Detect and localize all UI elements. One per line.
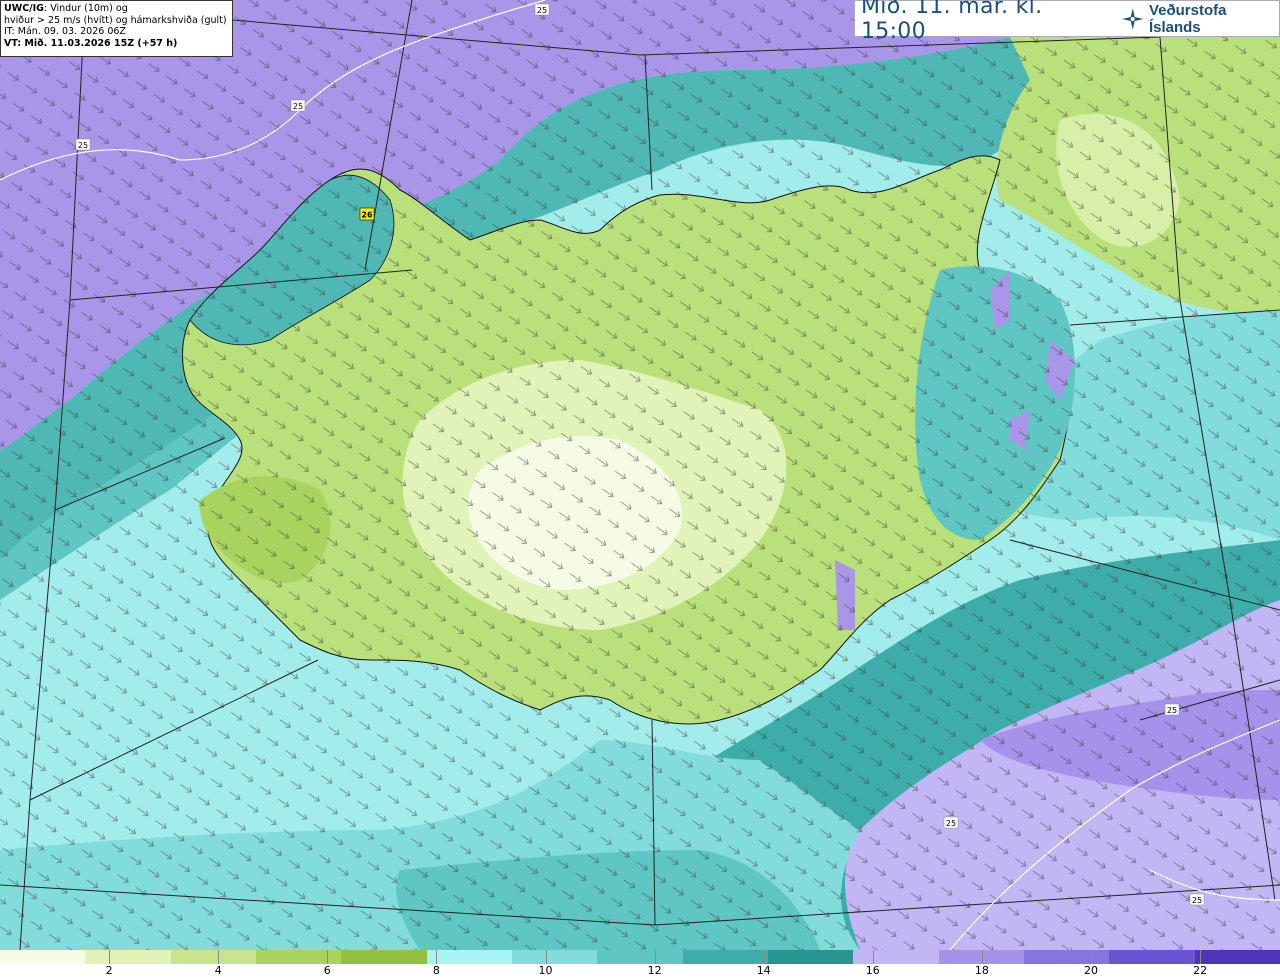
legend-tick-mark [327,950,329,964]
svg-text:25: 25 [537,6,547,15]
legend-tick-label: 20 [1084,964,1098,977]
legend-tick-label: 16 [865,964,880,977]
svg-text:25: 25 [78,141,88,150]
legend-tick-mark [545,950,547,964]
gust-label-2: 25 [290,99,306,112]
info-line-4: VT: Mið. 11.03.2026 15Z (+57 h) [4,37,178,49]
forecast-date: Mið. 11. mar. kl. 15:00 [861,0,1043,44]
legend-tick-mark [654,950,656,964]
legend-tick-label: 18 [974,964,989,977]
info-line-2: hviður > 25 m/s (hvítt) og hámarkshviða … [4,14,227,26]
legend-swatch [853,950,939,964]
legend-swatch [1194,950,1280,964]
legend-swatch [0,950,86,964]
svg-text:25: 25 [293,102,303,111]
legend-tick-mark [218,950,220,964]
info-line-1: UWC/IG: Vindur (10m) og [4,3,128,14]
star-compass-icon [1122,7,1144,30]
legend-tick-label: 4 [214,964,222,977]
legend-swatch [255,950,342,964]
info-line-3: IT: Mán. 09. 03. 2026 06Z [4,26,126,37]
legend-swatch [85,950,171,964]
logo-text: Veðurstofa Íslands [1148,1,1227,36]
legend-tick-mark [436,950,438,964]
legend-swatch [597,950,683,964]
legend-swatch [170,950,256,964]
legend-tick-label: 6 [323,964,331,977]
color-legend: 2 4 6 8 10 12 14 16 18 20 22 [0,950,1280,978]
legend-tick-label: 22 [1193,964,1208,977]
legend-tick-label: 8 [432,964,440,977]
info-box: UWC/IG: Vindur (10m) og hviður > 25 m/s … [0,0,233,57]
gust-label-6: 25 [1189,893,1205,906]
legend-color-bar [0,950,1280,964]
legend-ticks: 2 4 6 8 10 12 14 16 18 20 22 [0,950,1280,978]
svg-text:25: 25 [946,819,956,828]
legend-tick-mark [1200,950,1202,964]
legend-tick-mark [109,950,111,964]
svg-text:25: 25 [1192,896,1202,905]
gust-label-1: 25 [534,3,550,16]
gust-label-5: 25 [943,816,959,829]
gust-label-4: 25 [1164,703,1180,716]
legend-tick-mark [763,950,765,964]
date-header: Mið. 11. mar. kl. 15:00 Veðurstofa Íslan… [854,0,1280,44]
legend-swatch [341,950,427,964]
legend-tick-label: 12 [647,964,662,977]
legend-swatch [511,950,598,964]
legend-tick-mark [1091,950,1092,964]
gust-label-3: 25 [75,138,91,151]
legend-swatch [1023,950,1110,964]
legend-tick-label: 2 [105,964,113,977]
legend-tick-label: 10 [538,964,553,977]
wind-map: 25 25 25 25 25 25 26 [0,0,1280,950]
vedurstofa-logo: Veðurstofa Íslands [1122,2,1279,36]
legend-swatch [426,950,512,964]
wind-arrows-land [0,0,1280,950]
svg-text:25: 25 [1167,706,1177,715]
max-gust-label: 26 [359,207,375,221]
legend-swatch [682,950,768,964]
svg-text:26: 26 [361,211,373,220]
legend-tick-label: 14 [756,964,771,977]
legend-tick-mark [981,950,983,964]
legend-swatch [1109,950,1195,964]
product-code: UWC/IG [4,3,44,14]
legend-tick-mark [872,950,874,964]
legend-swatch [767,950,854,964]
